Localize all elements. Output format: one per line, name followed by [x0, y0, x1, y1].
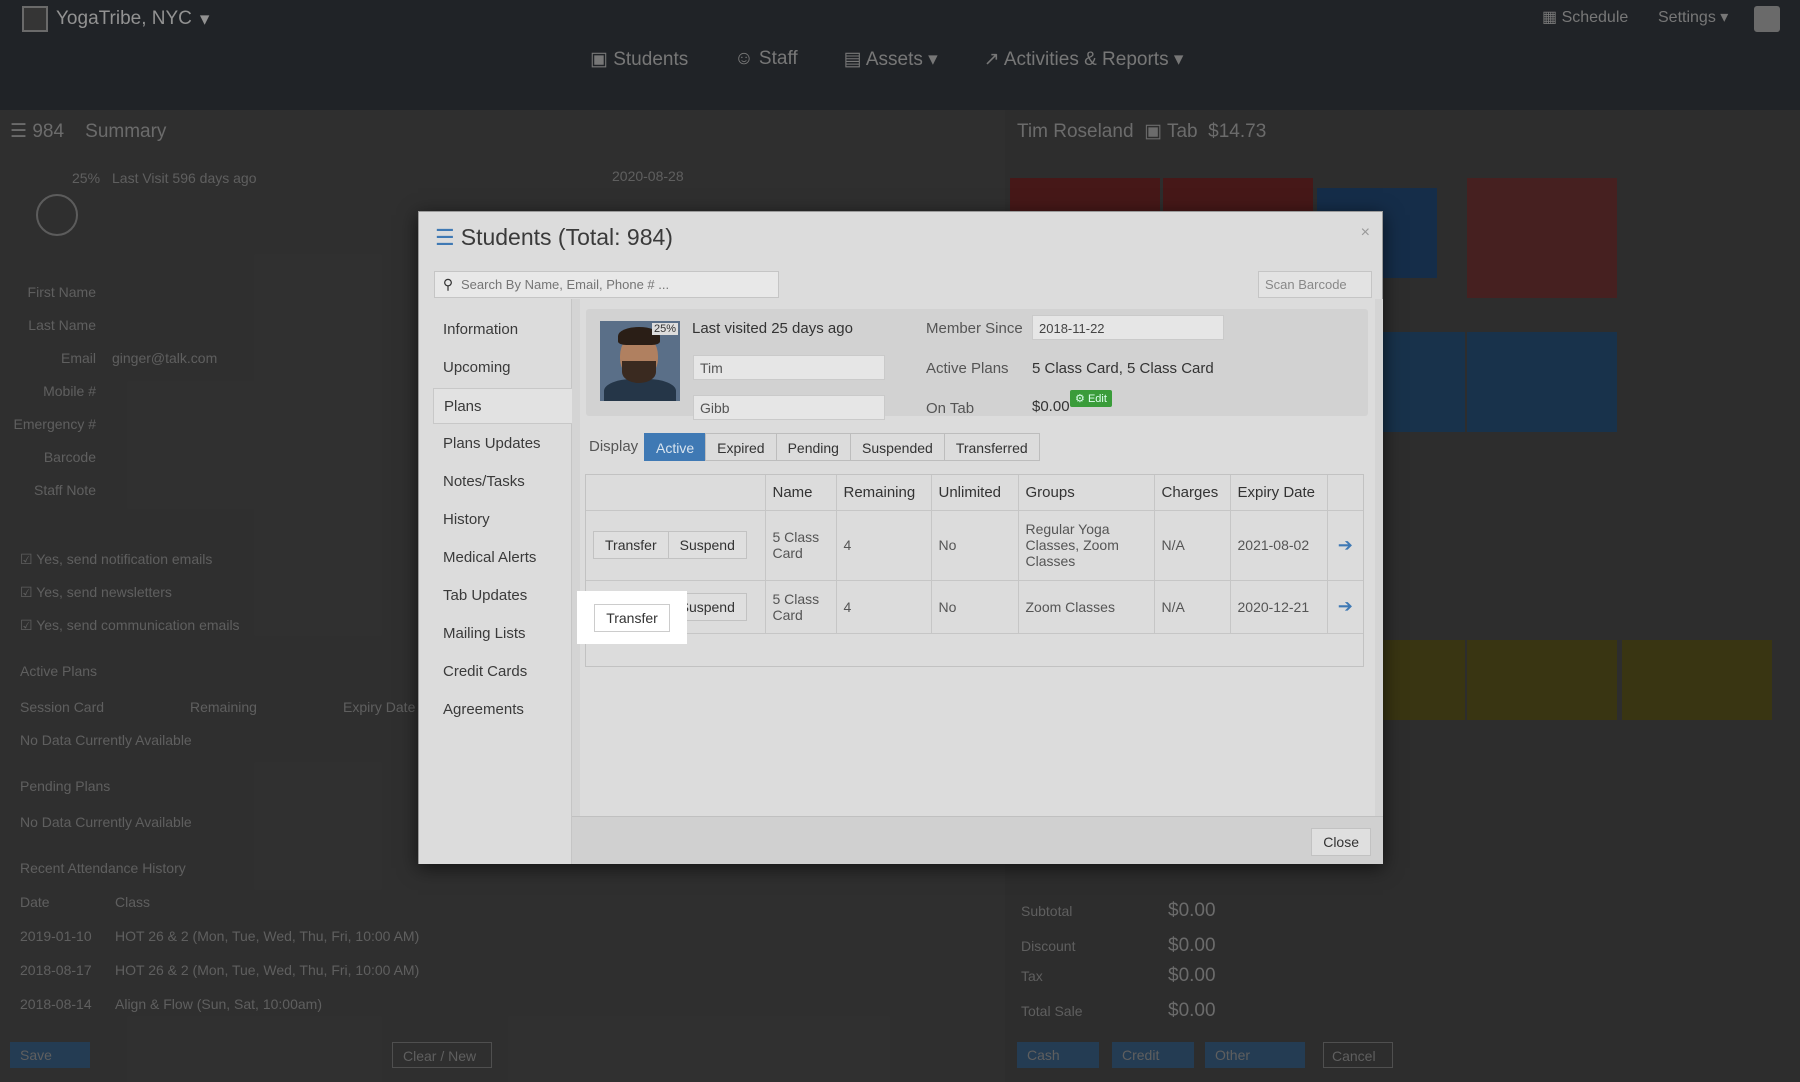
plan-groups: Zoom Classes [1018, 580, 1155, 634]
col-go [1327, 475, 1363, 511]
menu-history[interactable]: History [433, 502, 570, 538]
col-name: Name [765, 475, 837, 511]
menu-plans-updates[interactable]: Plans Updates [433, 426, 570, 462]
on-tab-value: $0.00 [1032, 398, 1070, 415]
tab-pending[interactable]: Pending [775, 433, 851, 461]
modal-title-text: Students (Total: 984) [460, 224, 673, 250]
plan-groups: Regular Yoga Classes, Zoom Classes [1018, 510, 1155, 581]
table-row: Transfer Suspend 5 Class Card 4 No Regul… [586, 510, 1363, 581]
first-name-field[interactable]: Tim [693, 355, 885, 380]
arrow-right-icon[interactable]: ➔ [1327, 510, 1363, 581]
menu-upcoming[interactable]: Upcoming [433, 350, 570, 386]
member-since-label: Member Since [926, 320, 1023, 337]
close-button[interactable]: Close [1311, 828, 1371, 856]
col-remaining: Remaining [836, 475, 932, 511]
tab-suspended[interactable]: Suspended [849, 433, 945, 461]
member-since-field[interactable]: 2018-11-22 [1032, 315, 1224, 340]
plan-unlimited: No [931, 510, 1019, 581]
modal-side-menu: Information Upcoming Plans Plans Updates… [419, 299, 573, 864]
table-row: Transfer Suspend 5 Class Card 4 No Zoom … [586, 580, 1363, 634]
search-input[interactable] [461, 277, 761, 292]
modal-title: ☰ Students (Total: 984) [435, 224, 673, 251]
plan-expiry: 2021-08-02 [1230, 510, 1328, 581]
menu-plans[interactable]: Plans [433, 388, 573, 424]
row-actions: Transfer Suspend [586, 510, 766, 581]
plan-unlimited: No [931, 580, 1019, 634]
menu-mailing-lists[interactable]: Mailing Lists [433, 616, 570, 652]
col-unlimited: Unlimited [931, 475, 1019, 511]
plan-expiry: 2020-12-21 [1230, 580, 1328, 634]
students-modal: ☰ Students (Total: 984) × ⚲ Scan Barcode… [418, 211, 1383, 864]
col-expiry: Expiry Date [1230, 475, 1328, 511]
plan-remaining: 4 [836, 510, 932, 581]
active-plans-label: Active Plans [926, 360, 1009, 377]
modal-footer: Close [572, 816, 1383, 864]
menu-tab-updates[interactable]: Tab Updates [433, 578, 570, 614]
tab-transferred[interactable]: Transferred [943, 433, 1040, 461]
plan-status-tabs: Active Expired Pending Suspended Transfe… [644, 433, 1040, 461]
menu-agreements[interactable]: Agreements [433, 692, 570, 728]
search-icon: ⚲ [442, 276, 454, 292]
plan-name: 5 Class Card [765, 580, 837, 634]
last-visited: Last visited 25 days ago [692, 320, 853, 337]
transfer-button-highlighted[interactable]: Transfer [594, 603, 670, 632]
close-icon[interactable]: × [1361, 224, 1370, 242]
col-groups: Groups [1018, 475, 1155, 511]
menu-medical-alerts[interactable]: Medical Alerts [433, 540, 570, 576]
student-photo: 25% [600, 321, 680, 401]
plan-remaining: 4 [836, 580, 932, 634]
plan-name: 5 Class Card [765, 510, 837, 581]
tab-expired[interactable]: Expired [705, 433, 777, 461]
last-name-field[interactable]: Gibb [693, 395, 885, 420]
scan-barcode-input[interactable]: Scan Barcode [1258, 271, 1372, 298]
highlight-transfer: Transfer [577, 591, 687, 644]
col-actions [586, 475, 766, 511]
student-profile-card: 25% Last visited 25 days ago Tim Gibb Me… [586, 309, 1368, 420]
display-label: Display [589, 438, 639, 455]
suspend-button[interactable]: Suspend [667, 531, 747, 559]
menu-information[interactable]: Information [433, 312, 570, 348]
plan-charges: N/A [1154, 580, 1231, 634]
menu-credit-cards[interactable]: Credit Cards [433, 654, 570, 690]
list-icon: ☰ [435, 224, 455, 250]
table-header-row: Name Remaining Unlimited Groups Charges … [586, 475, 1363, 511]
col-charges: Charges [1154, 475, 1231, 511]
plan-charges: N/A [1154, 510, 1231, 581]
on-tab-label: On Tab [926, 400, 975, 417]
plans-table: Name Remaining Unlimited Groups Charges … [585, 474, 1364, 667]
student-search: ⚲ [434, 271, 779, 298]
profile-completion: 25% [651, 323, 678, 335]
tab-active[interactable]: Active [644, 433, 707, 461]
edit-tab-button[interactable]: ⚙ Edit [1070, 390, 1112, 407]
gear-icon: ⚙ [1075, 393, 1085, 405]
menu-notes-tasks[interactable]: Notes/Tasks [433, 464, 570, 500]
arrow-right-icon[interactable]: ➔ [1327, 580, 1363, 634]
plans-content: 25% Last visited 25 days ago Tim Gibb Me… [572, 299, 1383, 864]
transfer-button[interactable]: Transfer [593, 531, 669, 559]
active-plans-value: 5 Class Card, 5 Class Card [1032, 360, 1214, 377]
